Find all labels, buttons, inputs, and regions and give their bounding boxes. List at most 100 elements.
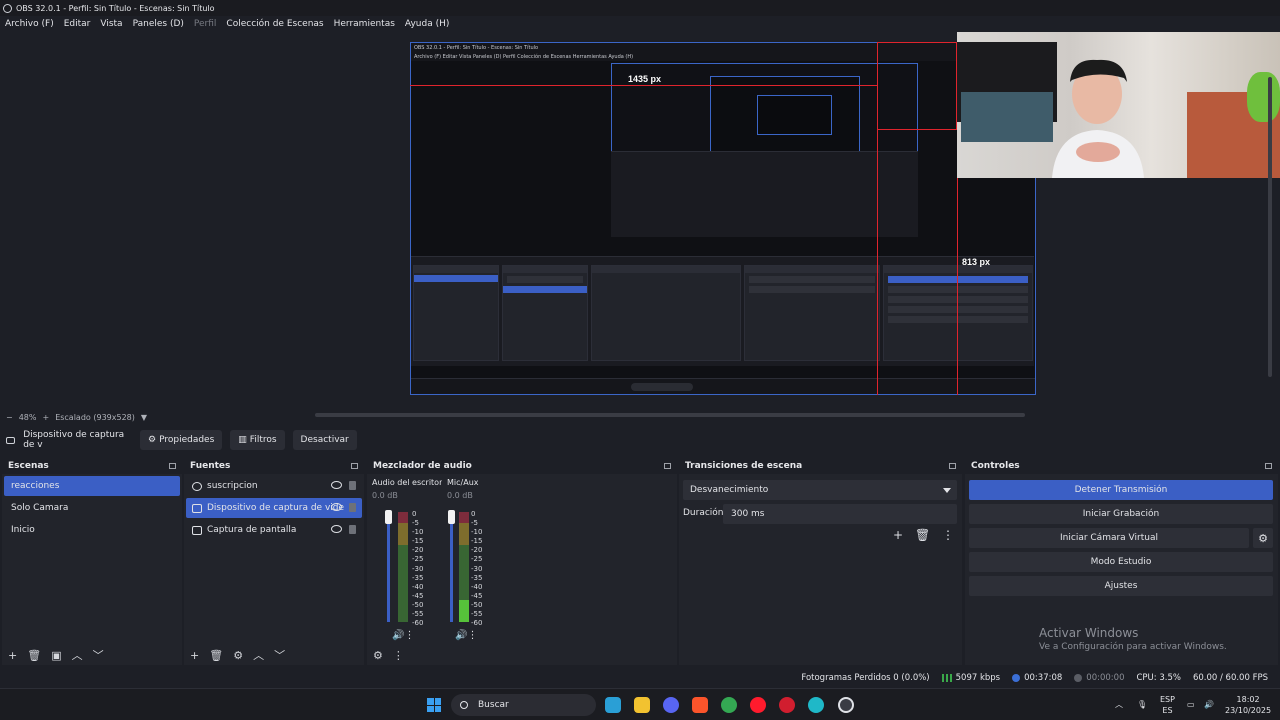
status-bar: Fotogramas Perdidos 0 (0.0%) 5097 kbps 0…: [0, 668, 1280, 688]
undock-icon[interactable]: [351, 463, 358, 469]
scene-item-inicio[interactable]: Inicio: [4, 520, 180, 540]
transition-actions: + 🗑 ⋮: [885, 528, 954, 542]
eye-icon[interactable]: [331, 503, 342, 511]
channel-name: Mic/Aux: [447, 478, 479, 487]
language-indicator[interactable]: ESP ES: [1160, 694, 1175, 716]
file-explorer-icon[interactable]: [634, 697, 650, 713]
mixer-settings-icon[interactable]: ⚙: [373, 649, 383, 662]
add-source-icon[interactable]: +: [190, 649, 199, 662]
mixer-channel-desktop: Audio del escritoric 0.0 dB 0 -5 -10 -15 -2…: [372, 478, 442, 648]
move-up-icon[interactable]: ︿: [253, 647, 264, 663]
volume-fader[interactable]: [387, 512, 390, 622]
move-down-icon[interactable]: ﹀: [93, 647, 104, 663]
obs-taskbar-icon[interactable]: [838, 697, 854, 713]
volume-fader[interactable]: [450, 512, 453, 622]
bitrate-value: 5097 kbps: [955, 673, 1001, 683]
lock-icon[interactable]: [349, 503, 356, 512]
filter-scene-icon[interactable]: ▣: [51, 649, 61, 662]
nested-taskbar-search: [631, 383, 693, 391]
clock-date: 23/10/2025: [1225, 706, 1272, 715]
undock-icon[interactable]: [169, 463, 176, 469]
zoom-in-button[interactable]: +: [42, 413, 49, 422]
volume-knob[interactable]: [448, 510, 455, 524]
menu-help[interactable]: Ayuda (H): [400, 19, 454, 29]
trash-icon[interactable]: 🗑: [915, 528, 930, 542]
source-item-capture-device[interactable]: Dispositivo de captura de vide: [186, 498, 362, 518]
sources-title: Fuentes: [190, 461, 231, 471]
scale-dropdown-icon[interactable]: ▼: [141, 413, 147, 422]
settings-button[interactable]: Ajustes: [969, 576, 1273, 596]
duration-input[interactable]: 300 ms: [723, 504, 957, 524]
zoom-out-button[interactable]: −: [6, 413, 13, 422]
more-icon[interactable]: ⋮: [942, 528, 954, 542]
stream-icon: [1012, 674, 1021, 682]
source-item-suscripcion[interactable]: suscripcion: [186, 476, 362, 496]
network-icon[interactable]: ▭: [1187, 699, 1195, 710]
start-virtual-cam-button[interactable]: Iniciar Cámara Virtual: [969, 528, 1249, 548]
channel-name: Audio del escritoric: [372, 478, 442, 487]
task-view-icon[interactable]: [605, 697, 621, 713]
menu-edit[interactable]: Editar: [59, 19, 96, 29]
chevron-up-icon[interactable]: ︿: [1115, 699, 1123, 710]
lock-icon[interactable]: [349, 525, 356, 534]
lock-icon[interactable]: [349, 481, 356, 490]
taskbar-search[interactable]: Buscar: [451, 694, 596, 716]
stop-stream-button[interactable]: Detener Transmisión: [969, 480, 1273, 500]
transition-select[interactable]: Desvanecimiento: [683, 480, 957, 500]
volume-knob[interactable]: [385, 510, 392, 524]
move-down-icon[interactable]: ﹀: [274, 647, 285, 663]
speaker-icon[interactable]: 🔊⋮: [455, 630, 477, 641]
more-icon[interactable]: ⋮: [393, 649, 404, 662]
filter-icon: ▥: [238, 435, 247, 445]
trash-icon[interactable]: 🗑: [209, 649, 223, 662]
menu-file[interactable]: Archivo (F): [0, 19, 59, 29]
microphone-icon[interactable]: 🎙: [1137, 699, 1147, 710]
menu-scene-collection[interactable]: Colección de Escenas: [221, 19, 328, 29]
undock-icon[interactable]: [949, 463, 956, 469]
source-label: Captura de pantalla: [207, 525, 297, 535]
volume-icon[interactable]: 🔊: [1204, 699, 1214, 710]
virtual-cam-settings-icon[interactable]: ⚙: [1253, 528, 1273, 548]
filters-button[interactable]: ▥ Filtros: [230, 430, 285, 450]
studio-mode-button[interactable]: Modo Estudio: [969, 552, 1273, 572]
properties-button[interactable]: ⚙ Propiedades: [140, 430, 223, 450]
signal-icon: [941, 674, 952, 682]
eye-icon[interactable]: [331, 481, 342, 489]
preview-area[interactable]: OBS 32.0.1 - Perfil: Sin Título - Escena…: [0, 32, 1280, 417]
duration-value: 300 ms: [731, 509, 765, 519]
gear-icon[interactable]: ⚙: [233, 649, 243, 662]
clock[interactable]: 18:02 23/10/2025: [1225, 694, 1271, 716]
source-item-screen-capture[interactable]: Captura de pantalla: [186, 520, 362, 540]
speaker-icon[interactable]: 🔊⋮: [392, 630, 414, 641]
transitions-title: Transiciones de escena: [685, 461, 803, 471]
windows-start-icon[interactable]: [427, 698, 441, 712]
start-recording-button[interactable]: Iniciar Grabación: [969, 504, 1273, 524]
clock-time: 18:02: [1236, 695, 1260, 704]
vertical-scrollbar[interactable]: [1268, 77, 1272, 377]
add-icon[interactable]: +: [893, 528, 903, 542]
controls-body: Detener Transmisión Iniciar Grabación In…: [965, 474, 1278, 665]
edge-icon[interactable]: [808, 697, 824, 713]
menu-view[interactable]: Vista: [95, 19, 127, 29]
opera-gx-icon[interactable]: [779, 697, 795, 713]
chrome-icon[interactable]: [721, 697, 737, 713]
scene-item-solo-camara[interactable]: Solo Camara: [4, 498, 180, 518]
taskbar-search-label: Buscar: [478, 700, 509, 710]
deactivate-button[interactable]: Desactivar: [292, 430, 357, 450]
undock-icon[interactable]: [1265, 463, 1272, 469]
nested-transitions: [744, 265, 880, 361]
menu-tools[interactable]: Herramientas: [329, 19, 400, 29]
add-scene-icon[interactable]: +: [8, 649, 17, 662]
move-up-icon[interactable]: ︿: [72, 647, 83, 663]
scene-item-reacciones[interactable]: reacciones: [4, 476, 180, 496]
selection-box[interactable]: [877, 42, 957, 130]
brave-icon[interactable]: [692, 697, 708, 713]
zoom-percent: 48%: [18, 412, 37, 422]
eye-icon[interactable]: [331, 525, 342, 533]
menu-docks[interactable]: Paneles (D): [128, 19, 189, 29]
bitrate: 5097 kbps: [941, 673, 1001, 683]
undock-icon[interactable]: [664, 463, 671, 469]
discord-icon[interactable]: [663, 697, 679, 713]
trash-icon[interactable]: 🗑: [27, 649, 41, 662]
opera-icon[interactable]: [750, 697, 766, 713]
